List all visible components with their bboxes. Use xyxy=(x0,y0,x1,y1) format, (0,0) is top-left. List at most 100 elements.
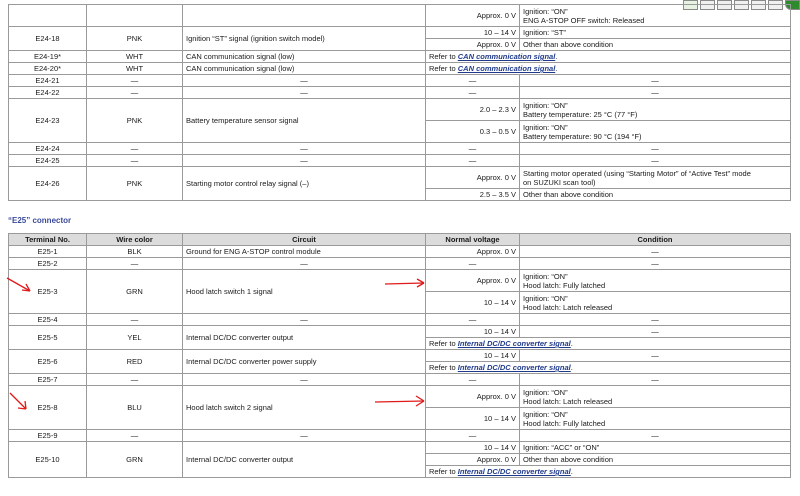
circuit-cell: CAN communication signal (low) xyxy=(182,50,426,63)
voltage-cell: — xyxy=(425,74,520,87)
voltage-cell: — xyxy=(425,313,520,326)
annotation-arrow-icon xyxy=(374,394,428,408)
voltage-cell: — xyxy=(425,429,520,442)
table-row: E25-1 BLK Ground for ENG A-STOP control … xyxy=(8,245,791,258)
column-header: Terminal No. xyxy=(8,233,87,246)
voltage-cell: 2.5 – 3.5 V xyxy=(425,188,520,201)
condition-cell: — xyxy=(519,373,791,386)
condition-cell: Ignition: “ON” Battery temperature: 25 °… xyxy=(519,98,791,121)
voltage-cell: 10 – 14 V xyxy=(425,325,520,338)
terminal-cell: E24-23 xyxy=(8,98,87,143)
voltage-cell: 10 – 14 V xyxy=(425,407,520,430)
e24-connector-table: Approx. 0 V Ignition: “ON” ENG A-STOP OF… xyxy=(8,4,791,201)
terminal-cell: E25-9 xyxy=(8,429,87,442)
wire-color-cell: WHT xyxy=(86,62,183,75)
terminal-cell: E24-21 xyxy=(8,74,87,87)
terminal-cell: E25-5 xyxy=(8,325,87,350)
wire-color-cell: — xyxy=(86,257,183,270)
column-header: Wire color xyxy=(86,233,183,246)
circuit-cell: Internal DC/DC converter power supply xyxy=(182,349,426,374)
wire-color-cell: BLU xyxy=(86,385,183,430)
wire-color-cell: RED xyxy=(86,349,183,374)
condition-cell: Ignition: “ON” Hood latch: Latch release… xyxy=(519,385,791,408)
terminal-cell: E24-25 xyxy=(8,154,87,167)
condition-cell: Ignition: “ST” xyxy=(519,26,791,39)
condition-cell: — xyxy=(519,325,791,338)
condition-cell: Ignition: “ON” Hood latch: Fully latched xyxy=(519,407,791,430)
table-row: E24-21 — — — — xyxy=(8,74,791,87)
terminal-cell: E24-18 xyxy=(8,26,87,51)
voltage-cell: Approx. 0 V xyxy=(425,38,520,51)
wire-color-cell: YEL xyxy=(86,325,183,350)
table-header-row: Terminal No. Wire color Circuit Normal v… xyxy=(8,233,791,246)
circuit-cell: — xyxy=(182,313,426,326)
reference-cell: Refer to Internal DC/DC converter signal… xyxy=(425,361,791,374)
table-row: Approx. 0 V Ignition: “ON” ENG A-STOP OF… xyxy=(8,4,791,27)
voltage-cell: Approx. 0 V xyxy=(425,245,520,258)
wire-color-cell: — xyxy=(86,313,183,326)
reference-cell: Refer to Internal DC/DC converter signal… xyxy=(425,337,791,350)
table-row: E24-19* WHT CAN communication signal (lo… xyxy=(8,50,791,63)
circuit-cell: — xyxy=(182,86,426,99)
wire-color-cell: BLK xyxy=(86,245,183,258)
voltage-cell: Approx. 0 V xyxy=(425,4,520,27)
terminal-cell xyxy=(8,4,87,27)
voltage-cell: 0.3 – 0.5 V xyxy=(425,120,520,143)
annotation-arrow-icon xyxy=(8,392,34,414)
circuit-cell: — xyxy=(182,429,426,442)
condition-cell: Other than above condition xyxy=(519,38,791,51)
condition-cell: — xyxy=(519,74,791,87)
annotation-arrow-icon xyxy=(384,277,428,289)
reference-cell: Refer to Internal DC/DC converter signal… xyxy=(425,465,791,478)
circuit-cell: Internal DC/DC converter output xyxy=(182,325,426,350)
terminal-cell: E24-19* xyxy=(8,50,87,63)
table-row: E24-20* WHT CAN communication signal (lo… xyxy=(8,62,791,75)
voltage-cell: 2.0 – 2.3 V xyxy=(425,98,520,121)
table-row: E25-6 RED Internal DC/DC converter power… xyxy=(8,349,791,374)
reference-cell: Refer to CAN communication signal. xyxy=(425,50,791,63)
terminal-cell: E25-6 xyxy=(8,349,87,374)
voltage-cell: 10 – 14 V xyxy=(425,349,520,362)
condition-cell: Other than above condition xyxy=(519,453,791,466)
circuit-cell: CAN communication signal (low) xyxy=(182,62,426,75)
condition-cell: Ignition: “ACC” or “ON” xyxy=(519,441,791,454)
table-row: E25-5 YEL Internal DC/DC converter outpu… xyxy=(8,325,791,350)
wire-color-cell: — xyxy=(86,373,183,386)
terminal-cell: E24-26 xyxy=(8,166,87,201)
voltage-cell: Approx. 0 V xyxy=(425,453,520,466)
wire-color-cell: — xyxy=(86,429,183,442)
circuit-cell: Internal DC/DC converter output xyxy=(182,441,426,478)
condition-cell: — xyxy=(519,245,791,258)
circuit-cell: Starting motor control relay signal (–) xyxy=(182,166,426,201)
terminal-cell: E25-4 xyxy=(8,313,87,326)
table-row: E25-4 — — — — xyxy=(8,313,791,326)
condition-cell: Other than above condition xyxy=(519,188,791,201)
circuit-cell: — xyxy=(182,257,426,270)
dcdc-signal-link[interactable]: Internal DC/DC converter signal xyxy=(458,339,571,348)
wire-color-cell xyxy=(86,4,183,27)
circuit-cell xyxy=(182,4,426,27)
table-row: E24-22 — — — — xyxy=(8,86,791,99)
voltage-cell: 10 – 14 V xyxy=(425,441,520,454)
column-header: Normal voltage xyxy=(425,233,520,246)
condition-cell: — xyxy=(519,313,791,326)
condition-cell: Ignition: “ON” Hood latch: Latch release… xyxy=(519,291,791,314)
can-signal-link[interactable]: CAN communication signal xyxy=(458,52,556,61)
voltage-cell: — xyxy=(425,373,520,386)
terminal-cell: E25-1 xyxy=(8,245,87,258)
condition-cell: — xyxy=(519,429,791,442)
wire-color-cell: — xyxy=(86,86,183,99)
terminal-cell: E24-20* xyxy=(8,62,87,75)
condition-cell: — xyxy=(519,349,791,362)
table-row: E24-25 — — — — xyxy=(8,154,791,167)
wire-color-cell: PNK xyxy=(86,98,183,143)
e25-connector-table: Terminal No. Wire color Circuit Normal v… xyxy=(8,233,791,478)
terminal-cell: E25-7 xyxy=(8,373,87,386)
table-row: E24-18 PNK Ignition “ST” signal (ignitio… xyxy=(8,26,791,51)
circuit-cell: — xyxy=(182,142,426,155)
table-row: E25-10 GRN Internal DC/DC converter outp… xyxy=(8,441,791,478)
dcdc-signal-link[interactable]: Internal DC/DC converter signal xyxy=(458,363,571,372)
can-signal-link[interactable]: CAN communication signal xyxy=(458,64,556,73)
wire-color-cell: WHT xyxy=(86,50,183,63)
dcdc-signal-link[interactable]: Internal DC/DC converter signal xyxy=(458,467,571,476)
